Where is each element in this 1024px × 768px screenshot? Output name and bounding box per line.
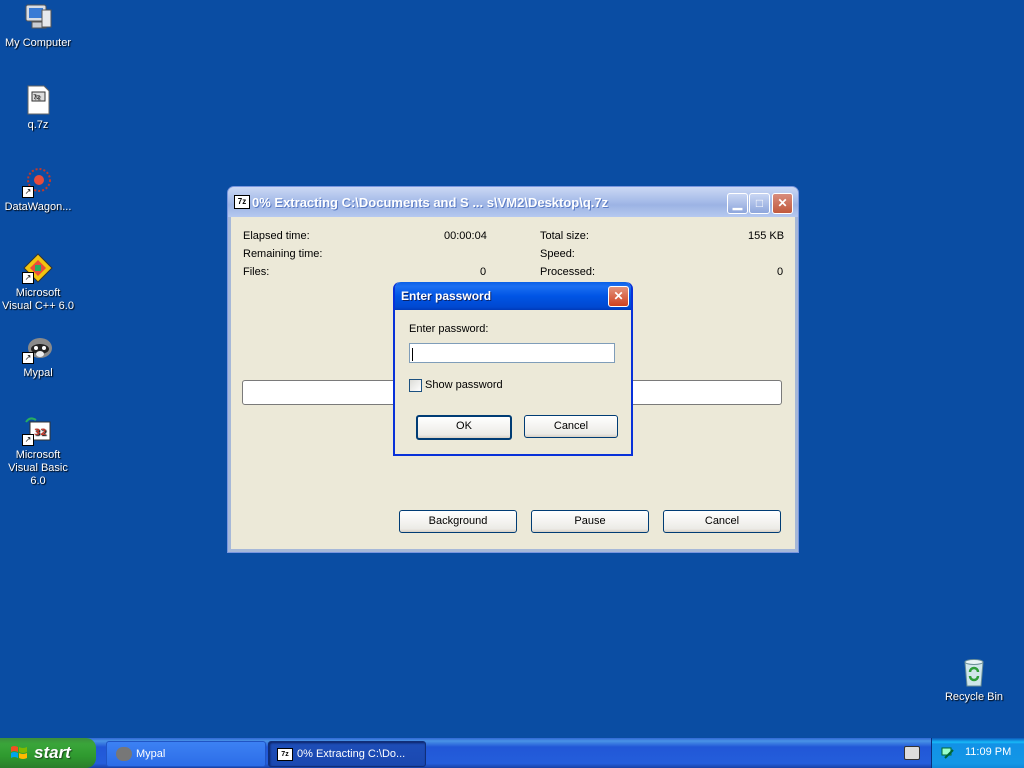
mypal-raccoon-icon: ↗ (22, 332, 54, 364)
close-button[interactable]: ✕ (772, 193, 793, 214)
windows-flag-icon (11, 746, 27, 759)
taskbar-item-mypal[interactable]: Mypal (106, 741, 266, 767)
desktop-icon-q7z[interactable]: 7z q.7z (0, 84, 76, 132)
desktop-icon-visual-cpp[interactable]: ↗ Microsoft Visual C++ 6.0 (0, 252, 76, 313)
close-icon: ✕ (613, 289, 624, 303)
visual-basic-icon: 32 ↗ (22, 414, 54, 446)
password-dialog-titlebar[interactable]: Enter password ✕ (395, 282, 631, 310)
mypal-raccoon-icon (116, 747, 132, 761)
7zip-app-icon: 7z (234, 195, 250, 209)
elapsed-time-label: Elapsed time: (243, 230, 310, 242)
desktop-icon-visual-basic[interactable]: 32 ↗ Microsoft Visual Basic 6.0 (0, 414, 76, 488)
taskbar: start Mypal 7z 0% Extracting C:\Do... 11… (0, 738, 1024, 768)
taskbar-item-extracting[interactable]: 7z 0% Extracting C:\Do... (268, 741, 426, 767)
desktop-icon-label: Microsoft Visual C++ 6.0 (2, 287, 74, 312)
desktop-icon-label: Mypal (23, 367, 53, 379)
background-button[interactable]: Background (399, 510, 517, 533)
desktop-icon-label: Recycle Bin (944, 691, 1004, 703)
start-button[interactable]: start (0, 738, 96, 768)
cancel-button[interactable]: Cancel (663, 510, 781, 533)
desktop-icon-mypal[interactable]: ↗ Mypal (0, 332, 76, 380)
clock[interactable]: 11:09 PM (965, 746, 1011, 758)
shortcut-arrow-icon: ↗ (22, 186, 34, 198)
processed-value: 0 (777, 266, 784, 278)
elapsed-time-value: 00:00:04 (444, 230, 487, 242)
desktop-icon-label: My Computer (4, 37, 72, 49)
start-label: start (34, 743, 71, 762)
recycle-bin-icon (958, 656, 990, 688)
desktop-icon-datawagon[interactable]: ↗ DataWagon... (0, 166, 76, 214)
desktop-icon-label: q.7z (27, 119, 49, 131)
pause-button[interactable]: Pause (531, 510, 649, 533)
visual-cpp-icon: ↗ (22, 252, 54, 284)
system-tray: 11:09 PM (931, 738, 1024, 768)
archive-file-icon: 7z (22, 84, 54, 116)
shortcut-arrow-icon: ↗ (22, 352, 34, 364)
password-prompt-label: Enter password: (409, 323, 489, 335)
minimize-button[interactable]: ▁ (727, 193, 748, 214)
maximize-button[interactable]: □ (749, 193, 770, 214)
extract-window-titlebar[interactable]: 7z 0% Extracting C:\Documents and S ... … (228, 187, 798, 217)
taskbar-item-label: 0% Extracting C:\Do... (297, 748, 406, 760)
speed-label: Speed: (540, 248, 575, 260)
ok-button[interactable]: OK (416, 415, 512, 440)
taskbar-item-label: Mypal (136, 748, 166, 760)
shortcut-arrow-icon: ↗ (22, 434, 34, 446)
computer-icon (22, 2, 54, 34)
show-password-checkbox[interactable] (409, 379, 422, 392)
text-cursor (412, 347, 413, 361)
total-size-label: Total size: (540, 230, 589, 242)
extract-window-title: 0% Extracting C:\Documents and S ... s\V… (252, 195, 609, 210)
remaining-time-label: Remaining time: (243, 248, 323, 260)
files-label: Files: (243, 266, 270, 278)
show-password-label[interactable]: Show password (425, 379, 503, 391)
total-size-value: 155 KB (748, 230, 785, 242)
svg-text:7z: 7z (33, 94, 40, 101)
desktop-icon-label: Microsoft Visual Basic 6.0 (8, 449, 68, 487)
keyboard-language-icon[interactable] (904, 746, 920, 760)
maximize-icon: □ (755, 196, 764, 210)
datawagon-icon: ↗ (22, 166, 54, 198)
password-dialog-title: Enter password (401, 289, 492, 303)
dialog-close-button[interactable]: ✕ (608, 286, 629, 307)
close-icon: ✕ (777, 196, 788, 210)
desktop-icon-label: DataWagon... (4, 201, 72, 213)
files-value: 0 (480, 266, 487, 278)
password-dialog: Enter password ✕ Enter password: Show pa… (393, 282, 633, 456)
minimize-icon: ▁ (732, 196, 743, 210)
processed-label: Processed: (540, 266, 596, 278)
dialog-cancel-button[interactable]: Cancel (524, 415, 618, 438)
desktop-icon-my-computer[interactable]: My Computer (0, 2, 76, 50)
shortcut-arrow-icon: ↗ (22, 272, 34, 284)
svg-text:32: 32 (34, 428, 47, 438)
network-tray-icon[interactable] (941, 746, 955, 760)
password-input[interactable] (409, 343, 615, 363)
7zip-app-icon: 7z (277, 748, 293, 761)
desktop-icon-recycle-bin[interactable]: Recycle Bin (936, 656, 1012, 704)
